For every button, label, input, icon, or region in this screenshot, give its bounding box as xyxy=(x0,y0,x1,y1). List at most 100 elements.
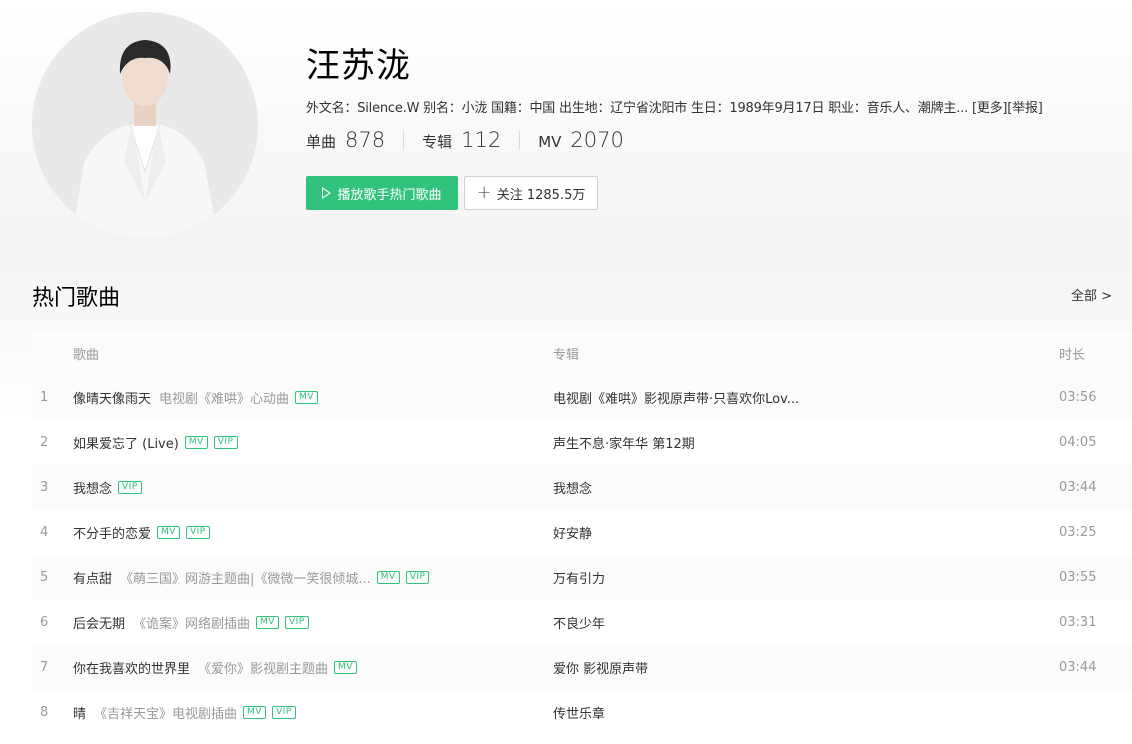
duration: 03:56 xyxy=(1059,390,1097,405)
table-row[interactable]: 1 像晴天像雨天 电视剧《难哄》心动曲 MV 电视剧《难哄》影视原声带·只喜欢你Lov.… xyxy=(32,375,1132,420)
view-all-link[interactable]: 全部 > xyxy=(1071,285,1112,304)
row-index: 7 xyxy=(40,660,49,675)
album-name[interactable]: 传世乐章 xyxy=(553,707,605,722)
song-name[interactable]: 像晴天像雨天 xyxy=(73,388,151,407)
mv-badge[interactable]: MV xyxy=(243,706,266,719)
table-row[interactable]: 2 如果爱忘了 (Live) MV VIP 声生不息·家年华 第12期 04:05 xyxy=(32,420,1132,465)
row-index: 3 xyxy=(40,480,49,495)
album-name[interactable]: 万有引力 xyxy=(553,572,605,587)
duration: 03:25 xyxy=(1059,525,1097,540)
vip-badge: VIP xyxy=(213,436,238,449)
duration: 03:44 xyxy=(1059,480,1097,495)
row-index: 1 xyxy=(40,390,49,405)
album-name[interactable]: 电视剧《难哄》影视原声带·只喜欢你Lov... xyxy=(553,392,799,407)
vip-badge: VIP xyxy=(405,571,430,584)
album-name[interactable]: 爱你 影视原声带 xyxy=(553,662,648,677)
artist-avatar xyxy=(32,12,258,238)
row-index: 2 xyxy=(40,435,49,450)
album-name[interactable]: 我想念 xyxy=(553,482,592,497)
album-cell: 好安静 xyxy=(553,523,1059,542)
duration: 03:55 xyxy=(1059,570,1097,585)
song-cell: 不分手的恋爱 MV VIP xyxy=(73,523,553,542)
album-cell: 不良少年 xyxy=(553,613,1059,632)
stat-label: MV xyxy=(538,133,562,151)
duration: 04:05 xyxy=(1059,435,1097,450)
artist-name: 汪苏泷 xyxy=(306,46,411,86)
album-name[interactable]: 好安静 xyxy=(553,527,592,542)
song-name[interactable]: 如果爱忘了 (Live) xyxy=(73,433,179,452)
song-name[interactable]: 我想念 xyxy=(73,478,112,497)
header-song: 歌曲 xyxy=(73,347,100,363)
song-name[interactable]: 后会无期 xyxy=(73,613,125,632)
play-hot-songs-button[interactable]: 播放歌手热门歌曲 xyxy=(306,176,458,210)
song-name[interactable]: 不分手的恋爱 xyxy=(73,523,151,542)
report-link[interactable]: [举报] xyxy=(1007,101,1043,116)
header-album: 专辑 xyxy=(553,347,580,363)
mv-badge[interactable]: MV xyxy=(376,571,400,584)
row-index: 8 xyxy=(40,705,49,720)
mv-badge[interactable]: MV xyxy=(184,436,208,449)
stat-albums[interactable]: 专辑 112 xyxy=(422,128,501,152)
album-cell: 爱你 影视原声带 xyxy=(553,658,1059,677)
stat-label: 单曲 xyxy=(306,133,337,151)
mv-badge[interactable]: MV xyxy=(334,661,357,674)
album-name[interactable]: 声生不息·家年华 第12期 xyxy=(553,437,695,452)
mv-badge[interactable]: MV xyxy=(157,526,180,539)
song-table: 歌曲 专辑 时长 1 像晴天像雨天 电视剧《难哄》心动曲 MV 电视剧《难哄》影视原声带… xyxy=(32,331,1132,735)
song-cell: 你在我喜欢的世界里 《爱你》影视剧主题曲 MV xyxy=(73,658,553,677)
album-cell: 万有引力 xyxy=(553,568,1059,587)
vip-badge: VIP xyxy=(271,706,296,719)
vip-badge: VIP xyxy=(118,481,142,494)
table-row[interactable]: 7 你在我喜欢的世界里 《爱你》影视剧主题曲 MV 爱你 影视原声带 03:44 xyxy=(32,645,1132,690)
song-cell: 后会无期 《诡案》网络剧插曲 MV VIP xyxy=(73,613,553,632)
table-header: 歌曲 专辑 时长 xyxy=(32,331,1132,375)
song-cell: 有点甜 《萌三国》网游主题曲|《微微一笑很倾城... MV VIP xyxy=(73,568,553,587)
table-row[interactable]: 5 有点甜 《萌三国》网游主题曲|《微微一笑很倾城... MV VIP 万有引力 03:55 xyxy=(32,555,1132,600)
play-icon xyxy=(322,187,332,199)
song-description: 《吉祥天宝》电视剧插曲 xyxy=(94,707,238,722)
vip-badge: VIP xyxy=(284,616,309,629)
album-name[interactable]: 不良少年 xyxy=(553,617,605,632)
mv-badge[interactable]: MV xyxy=(295,391,318,404)
song-name[interactable]: 你在我喜欢的世界里 xyxy=(73,658,190,677)
more-link[interactable]: [更多] xyxy=(972,101,1008,116)
table-row[interactable]: 4 不分手的恋爱 MV VIP 好安静 03:25 xyxy=(32,510,1132,555)
follow-button[interactable]: + 关注 1285.5万 xyxy=(464,176,598,210)
artist-info: 外文名：Silence.W 别名：小泷 国籍：中国 出生地：辽宁省沈阳市 生日：… xyxy=(306,97,1043,116)
follow-button-label: 关注 1285.5万 xyxy=(496,187,586,203)
stat-label: 专辑 xyxy=(422,133,453,151)
song-description: 电视剧《难哄》心动曲 xyxy=(159,392,290,407)
song-description: 《萌三国》网游主题曲|《微微一笑很倾城... xyxy=(120,572,371,587)
play-button-label: 播放歌手热门歌曲 xyxy=(337,187,442,203)
artist-info-text: 外文名：Silence.W 别名：小泷 国籍：中国 出生地：辽宁省沈阳市 生日：… xyxy=(306,101,969,116)
table-row[interactable]: 8 晴《吉祥天宝》电视剧插曲 MV VIP 传世乐章 xyxy=(32,690,1132,735)
song-cell: 像晴天像雨天 电视剧《难哄》心动曲 MV xyxy=(73,388,553,407)
song-description: 《诡案》网络剧插曲 xyxy=(133,617,251,632)
row-index: 4 xyxy=(40,525,49,540)
album-cell: 我想念 xyxy=(553,478,1059,497)
table-body: 1 像晴天像雨天 电视剧《难哄》心动曲 MV 电视剧《难哄》影视原声带·只喜欢你Lov.… xyxy=(32,375,1132,735)
duration: 03:44 xyxy=(1059,660,1097,675)
row-index: 6 xyxy=(40,615,49,630)
mv-badge[interactable]: MV xyxy=(256,616,279,629)
stat-value: 878 xyxy=(345,128,386,152)
table-row[interactable]: 6 后会无期 《诡案》网络剧插曲 MV VIP 不良少年 03:31 xyxy=(32,600,1132,645)
duration: 03:31 xyxy=(1059,615,1097,630)
table-row[interactable]: 3 我想念 VIP 我想念 03:44 xyxy=(32,465,1132,510)
album-cell: 声生不息·家年华 第12期 xyxy=(553,433,1059,452)
song-name[interactable]: 晴 xyxy=(73,703,86,722)
song-cell: 晴《吉祥天宝》电视剧插曲 MV VIP xyxy=(73,703,553,722)
song-cell: 我想念 VIP xyxy=(73,478,553,497)
song-cell: 如果爱忘了 (Live) MV VIP xyxy=(73,433,553,452)
stat-value: 112 xyxy=(461,128,502,152)
section-title: 热门歌曲 xyxy=(32,286,121,311)
header-duration: 时长 xyxy=(1059,347,1086,363)
vip-badge: VIP xyxy=(185,526,210,539)
song-name[interactable]: 有点甜 xyxy=(73,568,112,587)
row-index: 5 xyxy=(40,570,49,585)
stat-divider xyxy=(403,130,405,150)
stat-mv[interactable]: MV 2070 xyxy=(538,128,624,152)
album-cell: 传世乐章 xyxy=(553,703,1059,722)
artist-stats: 单曲 878 专辑 112 MV 2070 xyxy=(306,128,624,152)
stat-songs[interactable]: 单曲 878 xyxy=(306,128,385,152)
